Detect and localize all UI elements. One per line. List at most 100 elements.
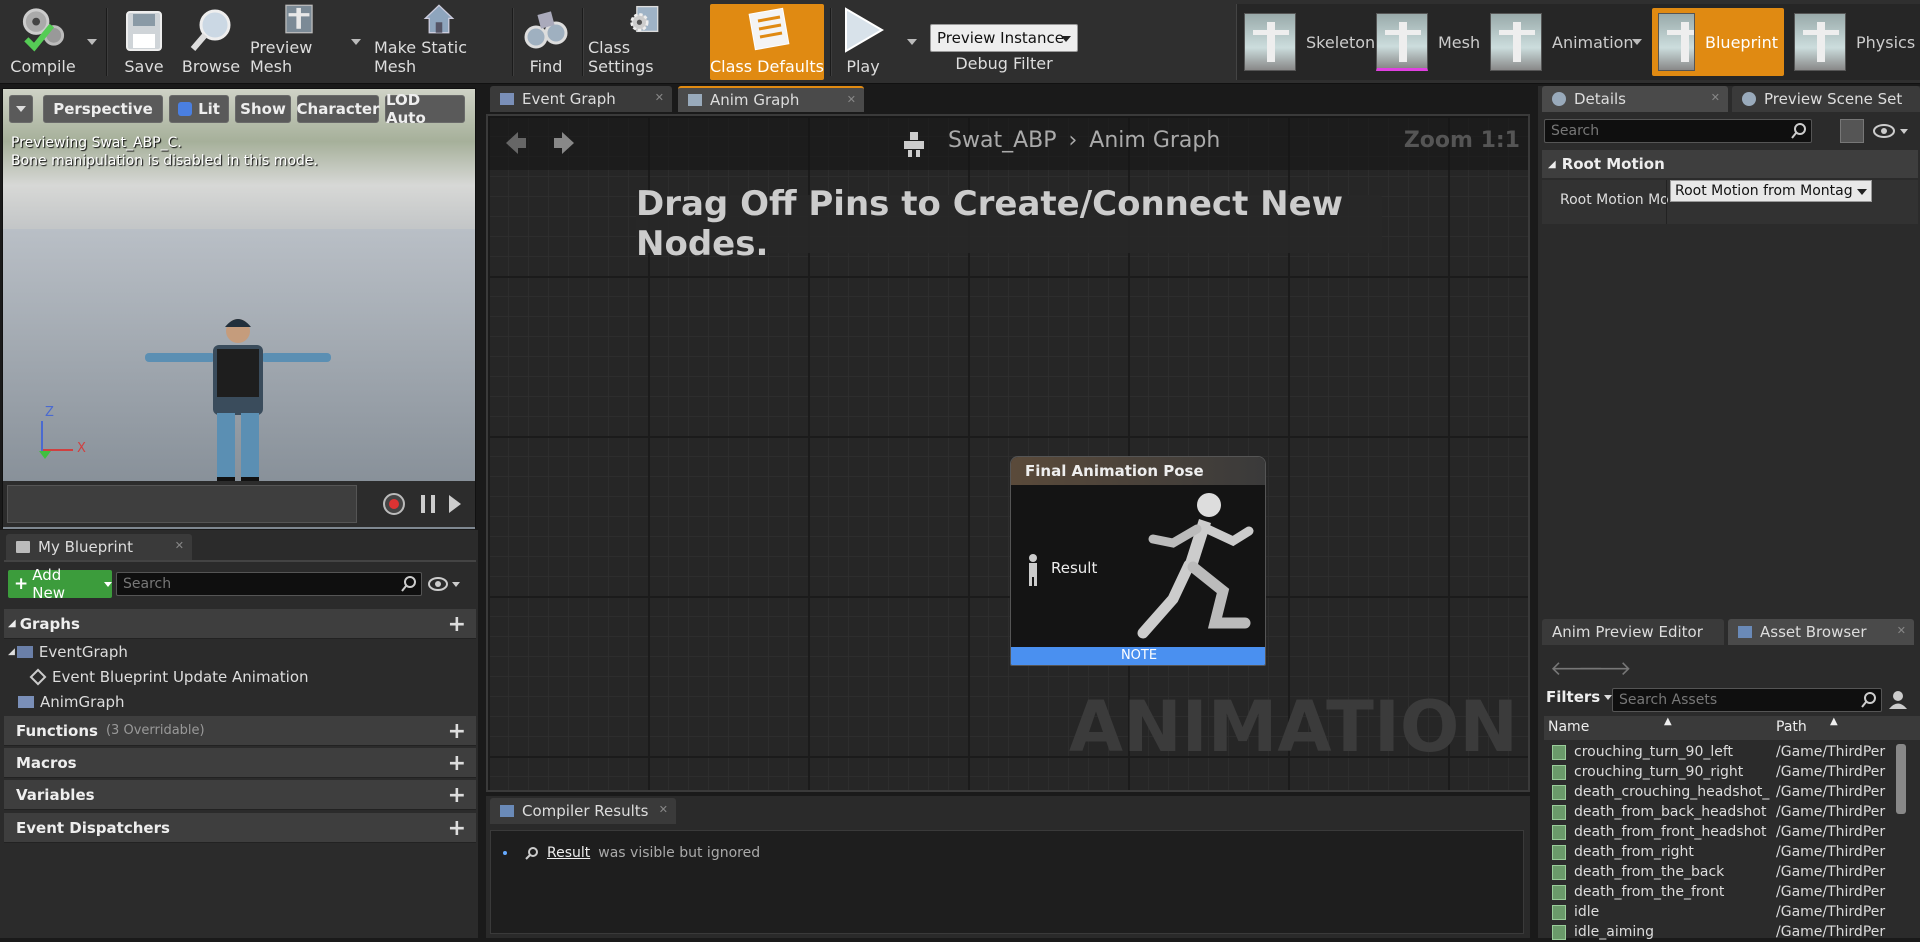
add-macro-button[interactable]: + — [448, 751, 466, 776]
list-item[interactable]: death_from_back_headshot/Game/ThirdPer — [1546, 802, 1898, 822]
mode-animation[interactable]: Animation — [1484, 8, 1640, 76]
section-graphs[interactable]: ◢ Graphs + — [4, 609, 476, 639]
compile-button[interactable]: Compile — [6, 4, 80, 80]
preview-mesh-dropdown-icon[interactable] — [351, 39, 361, 45]
section-variables[interactable]: Variables + — [4, 780, 476, 810]
add-variable-button[interactable]: + — [448, 783, 466, 808]
asset-path: /Game/ThirdPer — [1776, 804, 1886, 820]
mesh-thumbnail — [1376, 13, 1428, 71]
close-icon[interactable]: ✕ — [655, 91, 664, 104]
show-button[interactable]: Show — [235, 95, 291, 123]
close-icon[interactable]: ✕ — [175, 539, 184, 552]
section-macros[interactable]: Macros + — [4, 748, 476, 778]
tab-details-label: Details — [1574, 90, 1627, 108]
make-static-mesh-button[interactable]: Make Static Mesh — [374, 4, 504, 80]
section-functions[interactable]: Functions (3 Overridable) + — [4, 716, 476, 746]
timeline-scrubber[interactable] — [7, 485, 357, 523]
add-new-button[interactable]: + Add New — [8, 566, 112, 602]
tab-details[interactable]: Details ✕ — [1542, 86, 1728, 112]
preview-viewport[interactable]: Perspective Lit Show Character LOD Auto … — [2, 88, 476, 529]
forward-arrow-icon[interactable]: 🡒 — [1578, 656, 1632, 680]
class-settings-button[interactable]: Class Settings — [588, 4, 700, 80]
anim-graph-icon — [688, 94, 702, 106]
details-search-input[interactable]: Search — [1544, 119, 1812, 143]
list-item[interactable]: crouching_turn_90_left/Game/ThirdPer — [1546, 742, 1898, 762]
close-icon[interactable]: ✕ — [1897, 624, 1906, 637]
list-item[interactable]: idle_aiming/Game/ThirdPer — [1546, 922, 1898, 942]
debug-filter-select[interactable]: Preview Instance — [930, 24, 1078, 52]
mode-skeleton[interactable]: Skeleton — [1238, 8, 1381, 76]
preview-mesh-button[interactable]: Preview Mesh — [250, 4, 348, 80]
forward-arrow-icon[interactable] — [552, 130, 578, 156]
list-item[interactable]: death_from_the_back/Game/ThirdPer — [1546, 862, 1898, 882]
section-event-dispatchers[interactable]: Event Dispatchers + — [4, 813, 476, 843]
anim-sequence-icon — [1552, 764, 1566, 780]
anim-sequence-icon — [1552, 784, 1566, 800]
close-icon[interactable]: ✕ — [1711, 91, 1720, 104]
details-category-root-motion[interactable]: ◢ Root Motion — [1542, 150, 1918, 178]
play-button[interactable]: Play — [836, 4, 890, 80]
graph-canvas[interactable]: Swat_ABP › Anim Graph Zoom 1:1 Drag Off … — [486, 114, 1530, 792]
list-item[interactable]: idle/Game/ThirdPer — [1546, 902, 1898, 922]
lod-button[interactable]: LOD Auto — [385, 91, 465, 127]
tab-preview-scene-settings[interactable]: Preview Scene Set — [1732, 86, 1920, 112]
compile-dropdown-icon[interactable] — [87, 39, 97, 45]
blueprint-search-input[interactable]: Search — [116, 572, 422, 596]
add-dispatcher-button[interactable]: + — [448, 816, 466, 841]
animation-dropdown-icon[interactable] — [1632, 39, 1642, 45]
list-item[interactable]: crouching_turn_90_right/Game/ThirdPer — [1546, 762, 1898, 782]
list-item[interactable]: death_from_the_front/Game/ThirdPer — [1546, 882, 1898, 902]
tab-anim-preview-editor[interactable]: Anim Preview Editor — [1542, 619, 1724, 645]
save-button[interactable]: Save — [118, 4, 170, 80]
property-matrix-button[interactable] — [1840, 119, 1864, 143]
mode-mesh[interactable]: Mesh — [1370, 8, 1486, 76]
breadcrumb-root[interactable]: Swat_ABP — [948, 128, 1056, 153]
root-motion-mode-select[interactable]: Root Motion from Montag — [1670, 180, 1872, 202]
tree-item-event-update[interactable]: Event Blueprint Update Animation — [4, 665, 476, 689]
list-item[interactable]: death_crouching_headshot_ /Game/ThirdPer — [1546, 782, 1898, 802]
pose-pin-icon[interactable] — [1025, 553, 1041, 587]
compiler-result-link[interactable]: Result — [547, 845, 590, 861]
list-item[interactable]: death_from_front_headshot/Game/ThirdPer — [1546, 822, 1898, 842]
pause-button[interactable] — [421, 495, 435, 513]
tab-event-graph[interactable]: Event Graph ✕ — [490, 86, 672, 112]
step-forward-button[interactable] — [449, 495, 461, 513]
viewport-options-button[interactable] — [9, 95, 33, 123]
user-icon[interactable] — [1888, 690, 1908, 710]
close-icon[interactable]: ✕ — [847, 93, 856, 106]
final-animation-pose-node[interactable]: Final Animation Pose Result NOTE — [1010, 456, 1266, 666]
add-function-button[interactable]: + — [448, 719, 466, 744]
asset-list-scrollbar[interactable] — [1896, 744, 1906, 814]
close-icon[interactable]: ✕ — [659, 803, 668, 816]
filters-button[interactable]: Filters — [1546, 688, 1613, 706]
asset-search-input[interactable]: Search Assets — [1612, 688, 1882, 712]
anim-sequence-icon — [1552, 924, 1566, 940]
mode-blueprint[interactable]: Blueprint — [1652, 8, 1784, 76]
tree-item-eventgraph[interactable]: ◢ EventGraph — [4, 640, 476, 664]
back-arrow-icon[interactable] — [502, 130, 528, 156]
eye-icon[interactable] — [428, 576, 462, 592]
physics-thumbnail — [1794, 13, 1846, 71]
character-button[interactable]: Character — [297, 95, 379, 123]
asset-path: /Game/ThirdPer — [1776, 904, 1886, 920]
browse-button[interactable]: Browse — [178, 4, 244, 80]
perspective-button[interactable]: Perspective — [43, 95, 163, 123]
eye-icon[interactable] — [1872, 123, 1912, 139]
record-button[interactable] — [383, 493, 405, 515]
asset-search-placeholder: Search Assets — [1619, 692, 1718, 708]
tab-compiler-results[interactable]: Compiler Results ✕ — [490, 798, 676, 824]
column-name-header[interactable]: Name — [1548, 719, 1589, 735]
tab-anim-graph[interactable]: Anim Graph ✕ — [678, 86, 864, 112]
tab-asset-browser[interactable]: Asset Browser ✕ — [1728, 619, 1914, 645]
play-dropdown-icon[interactable] — [907, 39, 917, 45]
list-item[interactable]: death_from_right/Game/ThirdPer — [1546, 842, 1898, 862]
tab-my-blueprint[interactable]: My Blueprint ✕ — [6, 534, 192, 560]
mode-physics[interactable]: Physics — [1788, 8, 1920, 76]
class-defaults-button[interactable]: Class Defaults — [710, 4, 824, 80]
add-graph-button[interactable]: + — [448, 612, 466, 637]
find-button[interactable]: Find — [518, 4, 574, 80]
expand-arrow-icon: ◢ — [1548, 158, 1556, 170]
lit-button[interactable]: Lit — [169, 95, 229, 123]
tree-item-animgraph[interactable]: AnimGraph — [4, 690, 476, 714]
column-path-header[interactable]: Path — [1776, 719, 1807, 735]
